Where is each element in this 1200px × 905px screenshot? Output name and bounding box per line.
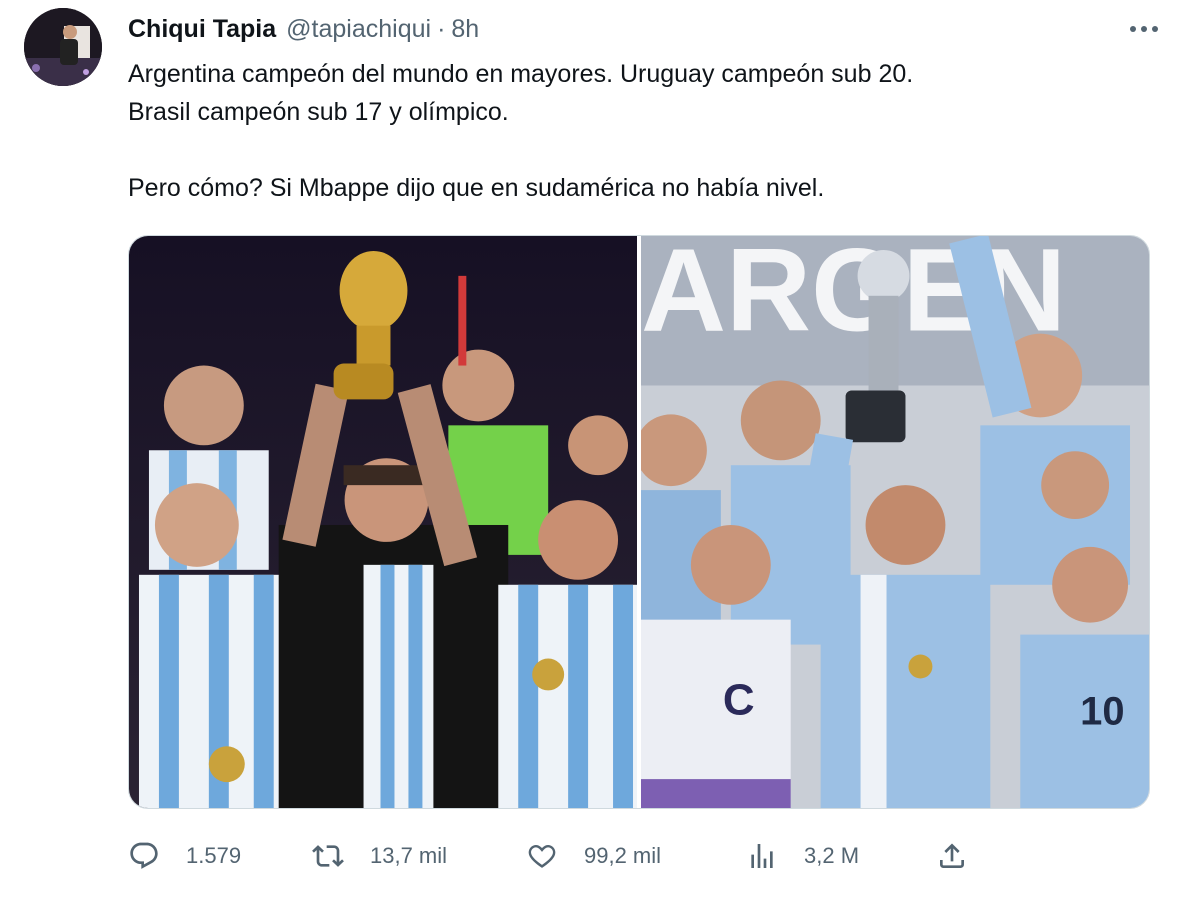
tweet-header: Chiqui Tapia @tapiachiqui · 8h [128,12,479,46]
heart-icon [528,845,556,868]
tweet-text-line: Brasil campeón sub 17 y olímpico. [128,98,509,126]
photo-left-image [129,236,637,808]
tweet-text-line: Argentina campeón del mundo en mayores. … [128,60,914,88]
more-button[interactable] [1124,14,1164,44]
tweet-actions: 1.579 13,7 mil 99,2 mil 3,2 M [128,836,1150,876]
separator-dot: · [437,14,446,43]
photo-uruguay-celebration[interactable]: ARGEN C 10 [641,236,1149,808]
tweet-text: Argentina campeón del mundo en mayores. … [128,55,1148,207]
share-icon [940,843,964,868]
avatar[interactable] [24,8,102,86]
reply-button[interactable]: 1.579 [128,840,241,872]
views-button[interactable]: 3,2 M [746,840,859,872]
tweet-text-line: Pero cómo? Si Mbappe dijo que en sudamér… [128,174,825,202]
reply-count: 1.579 [186,843,242,868]
like-count: 99,2 mil [584,843,662,868]
photo-argentina-celebration[interactable] [129,236,637,808]
views-icon [751,844,773,868]
author-name[interactable]: Chiqui Tapia [128,15,276,44]
views-count: 3,2 M [804,843,860,868]
media-grid[interactable]: ARGEN C 10 [128,235,1150,809]
photo-right-image: ARGEN C 10 [641,236,1149,808]
tweet[interactable]: Chiqui Tapia @tapiachiqui · 8h Argentina… [0,0,1200,905]
jersey-letter: C [723,675,755,724]
retweet-button[interactable]: 13,7 mil [312,840,447,872]
retweet-count: 13,7 mil [370,843,448,868]
reply-icon [130,842,158,869]
retweet-icon [312,845,344,867]
jersey-number: 10 [1080,689,1124,733]
avatar-image [24,8,102,86]
like-button[interactable]: 99,2 mil [526,840,661,872]
tweet-time[interactable]: 8h [451,15,479,44]
author-handle[interactable]: @tapiachiqui [286,15,431,44]
share-button[interactable] [936,840,968,872]
more-icon [1130,26,1158,32]
